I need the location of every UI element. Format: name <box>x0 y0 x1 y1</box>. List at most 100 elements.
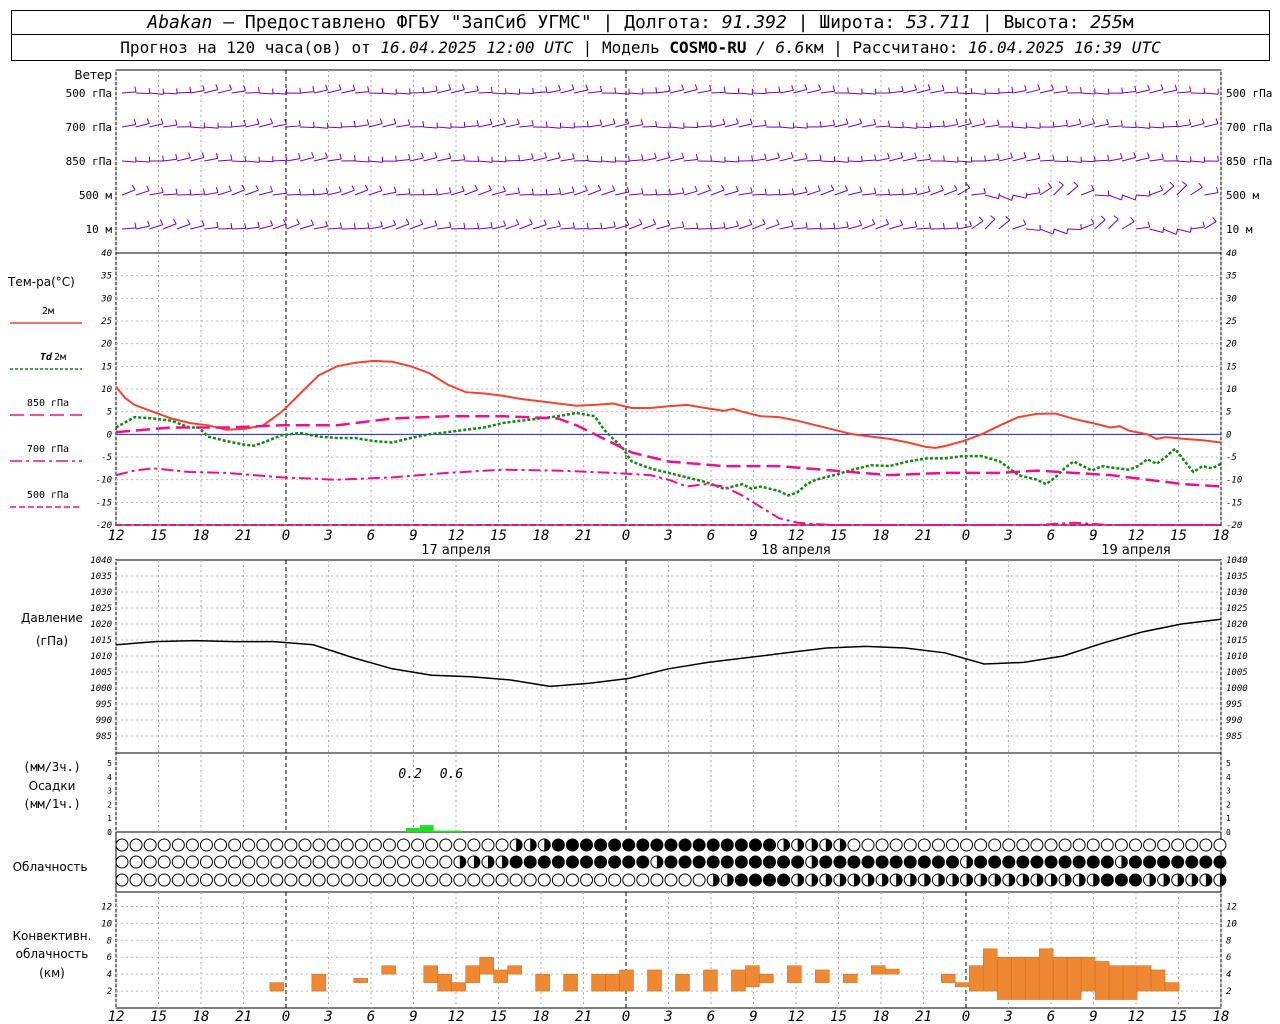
cloud-cover-circle <box>1016 838 1030 852</box>
wind-barb-shaft <box>121 124 136 128</box>
wind-barb-flag <box>750 187 753 193</box>
wind-barb-shaft <box>587 189 602 196</box>
conv-bar <box>1108 965 1124 1000</box>
wind-barb-shaft <box>573 89 588 94</box>
x-tick-label-bottom: 18 <box>1213 1009 1230 1024</box>
wind-barb-shaft <box>354 160 369 163</box>
cloud-cover-circle <box>129 873 143 887</box>
wind-barb-shaft <box>505 192 520 196</box>
wind-barb-flag <box>215 186 219 193</box>
wind-barb-flag <box>641 154 644 160</box>
wind-barb-shaft <box>587 124 602 128</box>
cloud-cover-circle <box>228 838 242 852</box>
temp-tick-label-right: 30 <box>1225 294 1237 304</box>
conv-bar <box>479 956 494 975</box>
wind-barb-shaft <box>806 159 822 162</box>
cloud-cover-circle <box>481 873 495 887</box>
cloud-cover-circle <box>1128 855 1142 869</box>
wind-barb-flag <box>965 183 971 189</box>
wind-barb-flag <box>299 188 301 195</box>
conv-bar <box>269 982 285 992</box>
precip-tick-label: 3 <box>107 787 112 796</box>
conv-bar <box>1024 956 1040 1000</box>
wind-barb-shaft <box>889 157 903 162</box>
wind-barb-flag <box>189 121 192 127</box>
wind-barb-shaft <box>765 91 780 94</box>
wind-barb-shaft <box>779 89 794 94</box>
wind-barb-flag <box>1107 154 1110 161</box>
wind-barb-shaft <box>902 157 917 162</box>
wind-barb-shaft <box>1149 88 1164 94</box>
wind-barb-flag <box>1024 85 1027 91</box>
wind-barb-shaft <box>423 193 438 196</box>
wind-barb-flag <box>189 189 192 195</box>
wind-barb-shaft <box>998 219 1010 230</box>
wind-barb-shaft <box>765 157 780 162</box>
conv-bar <box>535 973 550 992</box>
wind-barb-flag <box>515 219 520 225</box>
wind-barb-shaft <box>245 160 260 163</box>
conv-bar <box>954 982 970 988</box>
wind-barb-shaft <box>382 92 397 95</box>
wind-barb-flag <box>832 85 836 92</box>
wind-barb-shaft <box>711 91 726 94</box>
wind-barb-shaft <box>656 193 671 196</box>
conv-bar <box>1164 982 1180 992</box>
wind-barb-flag <box>244 222 247 229</box>
wind-barb-shaft <box>985 92 1000 95</box>
wind-barb-flag <box>490 86 493 93</box>
wind-barb-flag <box>614 87 616 94</box>
cloud-cover-circle <box>1100 838 1114 852</box>
wind-barb-shaft <box>752 124 767 128</box>
cloud-half-fill <box>952 874 959 886</box>
x-tick-label: 18 <box>1213 528 1230 544</box>
cloud-cover-circle <box>1171 855 1185 869</box>
cloud-cover-circle <box>945 838 959 852</box>
cloud-cover-circle <box>284 855 298 869</box>
wind-barb-flag <box>721 184 725 191</box>
wind-barb-shaft <box>738 224 752 230</box>
wind-barb-flag <box>243 85 246 92</box>
wind-barb-flag <box>1159 184 1164 191</box>
wind-barb-shaft <box>587 160 602 163</box>
x-tick-label-bottom: 9 <box>1089 1009 1097 1024</box>
x-tick-label: 21 <box>235 528 252 544</box>
conv-bar <box>1038 948 1054 1000</box>
wind-barb-flag <box>448 84 452 90</box>
cloud-cover-circle <box>298 855 312 869</box>
cloud-cover-circle <box>1072 855 1086 869</box>
cloud-cover-circle <box>1086 855 1100 869</box>
wind-barb-flag <box>681 221 685 228</box>
cloud-cover-circle <box>847 838 861 852</box>
wind-barb-flag <box>681 152 685 159</box>
wind-barb-shaft <box>930 89 945 94</box>
wind-barb-flag <box>338 186 342 192</box>
wind-barb-shaft <box>902 192 917 196</box>
wind-barb-shaft <box>341 89 355 94</box>
wind-barb-shaft <box>848 160 863 163</box>
cloud-half-fill <box>502 856 509 868</box>
wind-barb-shaft <box>437 126 452 129</box>
wind-barb-shaft <box>1204 221 1217 230</box>
wind-barb-shaft <box>697 90 712 94</box>
precip-tick-label-right: 2 <box>1226 800 1231 809</box>
x-tick-label-bottom: 12 <box>788 1009 805 1024</box>
wind-barb-flag <box>983 187 986 194</box>
wind-barb-flag <box>1113 215 1119 220</box>
wind-barb-shaft <box>546 157 561 162</box>
wind-barb-shaft <box>1094 219 1106 230</box>
wind-barb-flag <box>476 120 479 126</box>
cloud-cover-circle <box>214 873 228 887</box>
cloud-cover-circle <box>1185 838 1199 852</box>
wind-barb-shaft <box>272 159 287 162</box>
wind-barb-flag <box>407 119 411 125</box>
cloud-cover-circle <box>354 873 368 887</box>
wind-barb-shaft <box>162 223 177 230</box>
cloud-cover-circle <box>115 873 129 887</box>
x-tick-label: 12 <box>788 528 805 544</box>
pres-tick-label: 1030 <box>90 588 112 598</box>
cloud-cover-circle <box>565 838 579 852</box>
pres-tick-label: 1015 <box>90 636 112 646</box>
wind-barb-flag <box>175 188 178 195</box>
x-tick-label-bottom: 21 <box>235 1009 252 1024</box>
